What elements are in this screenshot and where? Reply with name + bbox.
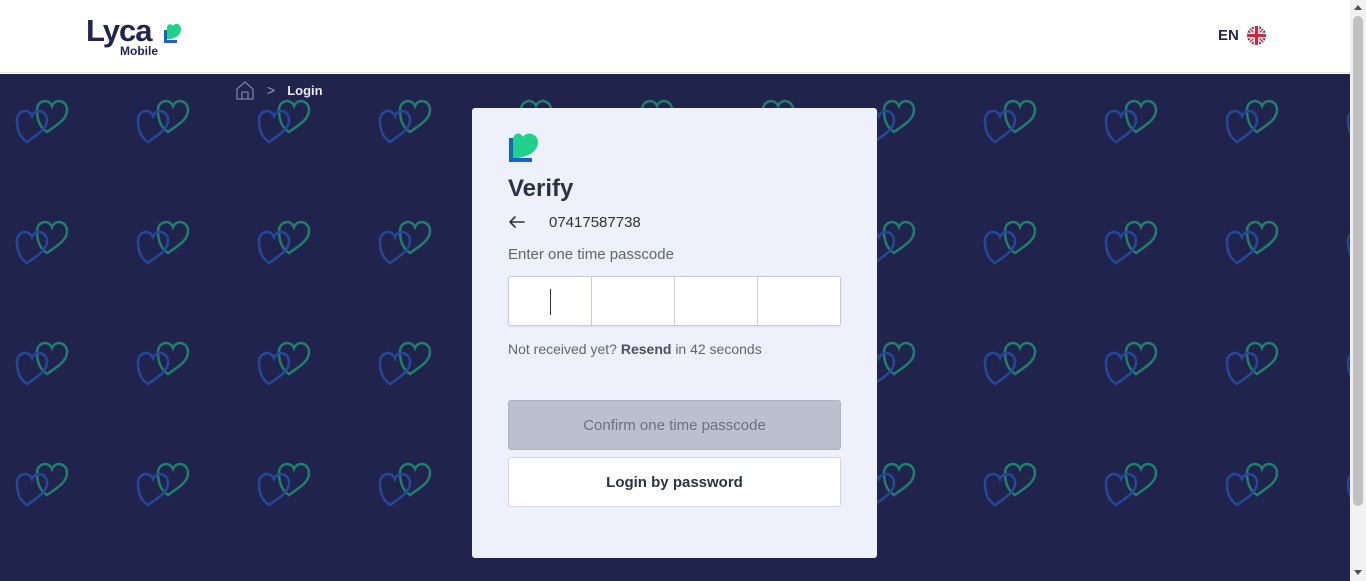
phone-row: 07417587738 — [508, 213, 641, 231]
otp-digit-2[interactable] — [592, 277, 675, 325]
site-header: Lyca Mobile EN — [0, 0, 1350, 73]
breadcrumb-current: Login — [287, 82, 323, 98]
scroll-up-icon[interactable] — [1354, 5, 1362, 10]
lyca-mobile-logo[interactable]: Lyca Mobile — [86, 14, 196, 60]
page-title: Verify — [508, 175, 574, 202]
otp-digit-4[interactable] — [758, 277, 840, 325]
arrow-left-icon[interactable] — [508, 213, 526, 231]
breadcrumb: > Login — [235, 80, 323, 100]
logo-text: Lyca — [86, 13, 153, 48]
logo-heart-icon — [164, 23, 181, 43]
lyca-heart-logo-icon — [509, 133, 538, 162]
uk-flag-icon — [1246, 26, 1266, 45]
otp-digit-3[interactable] — [675, 277, 758, 325]
scrollbar[interactable] — [1350, 0, 1366, 581]
scrollbar-thumb[interactable] — [1353, 16, 1363, 506]
resend-countdown: in 42 seconds — [675, 341, 762, 357]
verify-card: Verify 07417587738 Enter one time passco… — [472, 108, 877, 558]
scroll-down-icon[interactable] — [1354, 570, 1362, 575]
resend-link[interactable]: Resend — [621, 341, 672, 357]
otp-digit-1[interactable] — [509, 277, 592, 325]
resend-prefix: Not received yet? — [508, 341, 617, 357]
language-selector[interactable]: EN — [1218, 26, 1266, 45]
login-by-password-button[interactable]: Login by password — [508, 457, 841, 507]
phone-number: 07417587738 — [549, 213, 641, 231]
home-icon[interactable] — [235, 80, 255, 100]
resend-text: Not received yet? Resend in 42 seconds — [508, 341, 762, 357]
language-label: EN — [1218, 27, 1239, 44]
text-caret — [550, 289, 551, 315]
otp-input-group — [508, 276, 841, 326]
otp-label: Enter one time passcode — [508, 246, 674, 263]
logo-subtext: Mobile — [120, 44, 158, 58]
confirm-otp-button[interactable]: Confirm one time passcode — [508, 400, 841, 450]
breadcrumb-separator: > — [267, 82, 276, 98]
